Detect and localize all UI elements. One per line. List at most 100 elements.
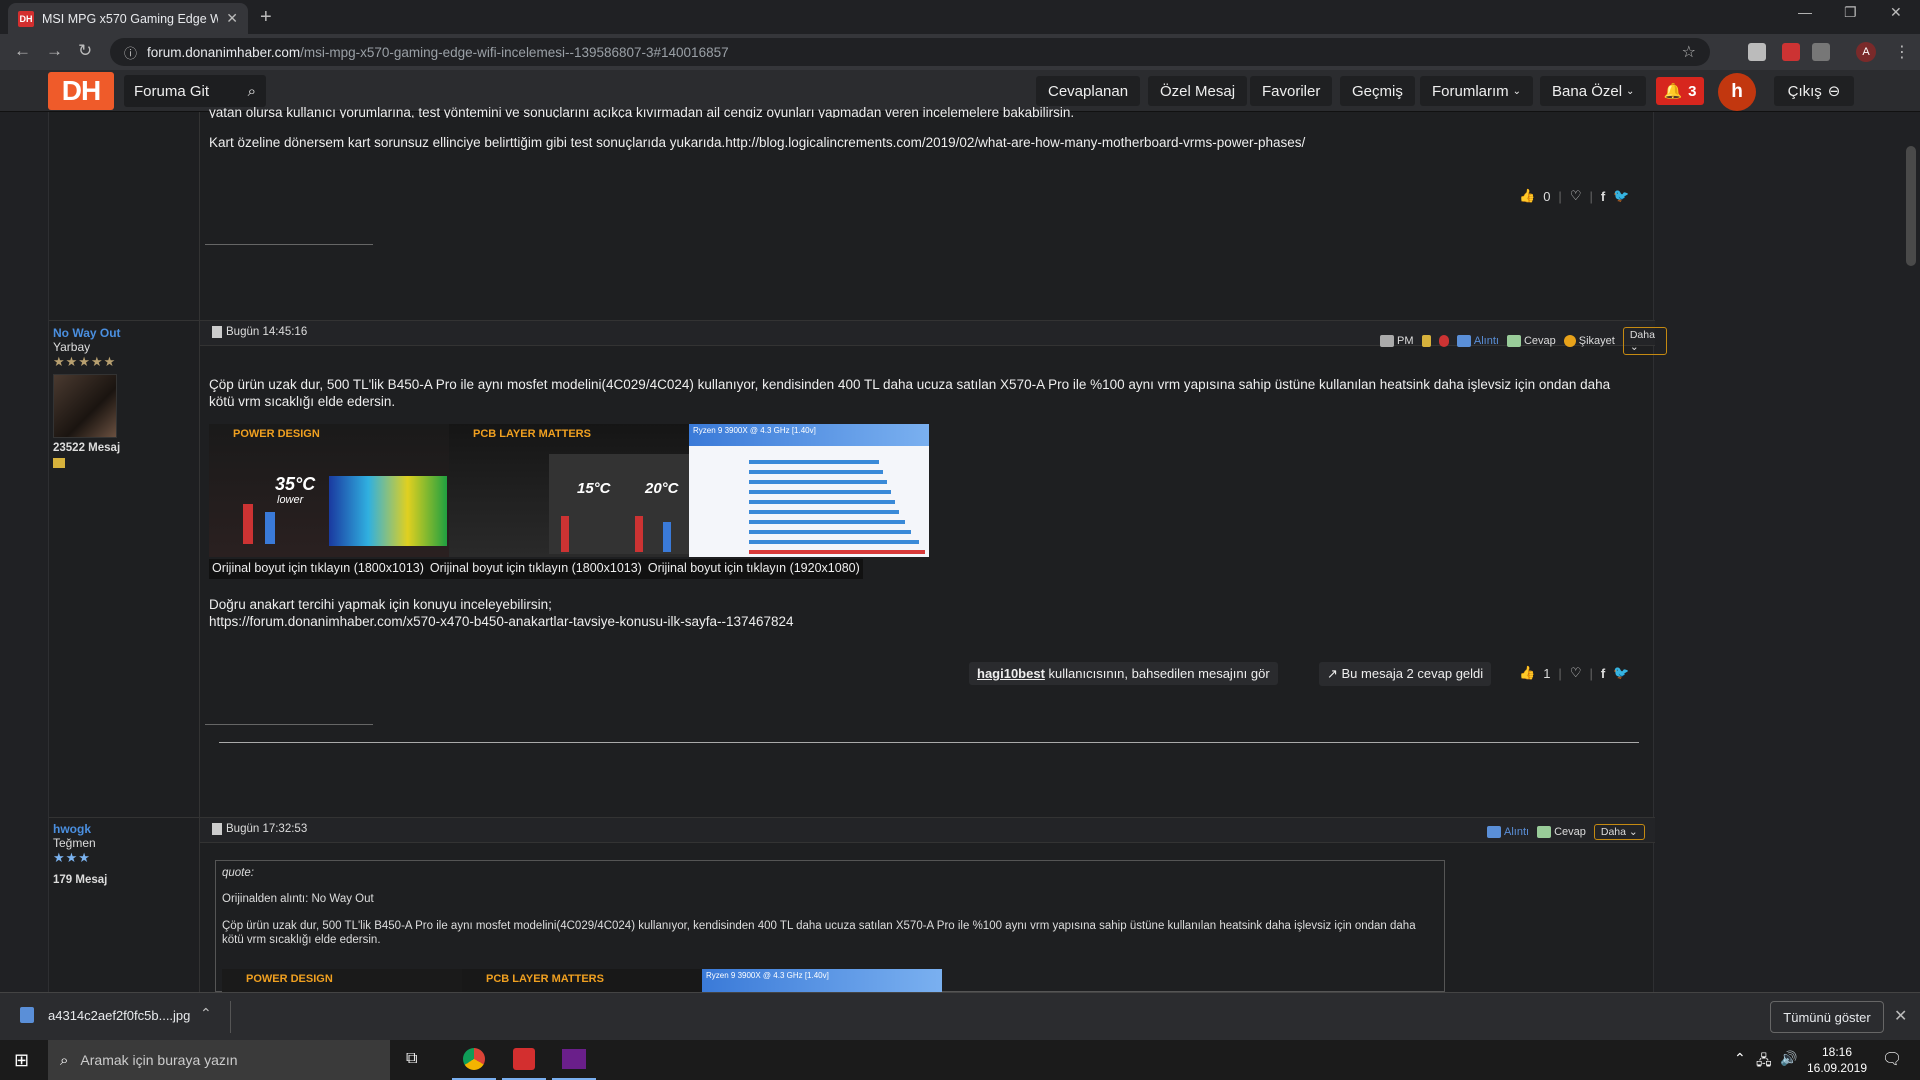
menu-forumlarim-label: Forumlarım: [1432, 82, 1509, 100]
block-icon[interactable]: [1439, 335, 1449, 347]
like-icon[interactable]: 👍: [1519, 665, 1535, 681]
quote-label: Alıntı: [1504, 826, 1530, 838]
menu-favoriler[interactable]: Favoriler: [1250, 76, 1333, 106]
more-button[interactable]: Daha ⌄: [1593, 824, 1645, 840]
post1-avatar[interactable]: [53, 374, 117, 438]
quote-from: Orijinalden alıntı: No Way Out: [222, 893, 374, 905]
quote-icon: [1456, 335, 1471, 347]
chrome-taskbar-icon[interactable]: [452, 1040, 496, 1080]
download-filename[interactable]: a4314c2aef2f0fc5b....jpg: [48, 1008, 190, 1023]
menu-ozel-mesaj[interactable]: Özel Mesaj: [1148, 76, 1248, 106]
quote-button[interactable]: Alıntı: [1456, 335, 1499, 347]
new-tab-icon[interactable]: +: [260, 6, 272, 29]
post1-author: No Way Out Yarbay ★★★★★ 23522 Mesaj: [53, 326, 193, 468]
quote-icon: [1487, 826, 1501, 838]
extension-glasses-icon[interactable]: [1812, 43, 1830, 61]
pm-icon: [1380, 335, 1394, 347]
dislike-icon[interactable]: ♡: [1570, 665, 1582, 681]
close-download-bar-icon[interactable]: ✕: [1894, 1006, 1907, 1026]
menu-cevaplanan[interactable]: Cevaplanan: [1036, 76, 1141, 106]
chevron-up-icon[interactable]: ⌃: [200, 1005, 212, 1022]
reply-button[interactable]: Cevap: [1506, 335, 1556, 347]
address-bar[interactable]: ⓘ forum.donanimhaber.com /msi-mpg-x570-g…: [110, 38, 1710, 66]
quote-body: Çöp ürün uzak dur, 500 TL'lik B450-A Pro…: [222, 920, 1416, 946]
network-icon[interactable]: 🖧: [1756, 1050, 1772, 1074]
back-icon[interactable]: ←: [14, 41, 31, 61]
quoted-image-3[interactable]: Ryzen 9 3900X @ 4.3 GHz [1.40v]: [702, 969, 942, 993]
like-icon[interactable]: 👍: [1519, 188, 1535, 204]
user-avatar[interactable]: h: [1718, 73, 1756, 111]
signature-divider: [205, 244, 373, 245]
menu-dots-icon[interactable]: ⋮: [1894, 42, 1910, 62]
pcb-layer-image[interactable]: PCB LAYER MATTERS 15°C 20°C: [449, 424, 689, 557]
signature-divider: [205, 724, 373, 725]
forum-search[interactable]: Foruma Git ⌕: [124, 75, 266, 107]
scrollbar-thumb[interactable]: [1906, 146, 1916, 266]
dislike-icon[interactable]: ♡: [1570, 188, 1582, 204]
reply-button[interactable]: Cevap: [1537, 826, 1586, 838]
friend-icon[interactable]: [1421, 335, 1432, 347]
close-window-icon[interactable]: ✕: [1890, 4, 1902, 21]
search-icon[interactable]: ⌕: [248, 83, 256, 100]
restore-icon[interactable]: ❐: [1844, 4, 1857, 21]
profile-avatar[interactable]: A: [1856, 42, 1876, 62]
search-icon: ⌕: [60, 1051, 69, 1069]
image-subtext: lower: [277, 494, 304, 506]
tray-chevron-icon[interactable]: ⌃: [1734, 1050, 1746, 1067]
notifications-center-icon[interactable]: 🗨: [1882, 1049, 1902, 1069]
facebook-icon[interactable]: f: [1601, 666, 1605, 681]
windows-start-icon[interactable]: ⊞: [14, 1050, 29, 1071]
post2-username[interactable]: hwogk: [53, 822, 193, 836]
quoted-image-2[interactable]: PCB LAYER MATTERS: [462, 969, 702, 993]
app-red-taskbar-icon[interactable]: [502, 1040, 546, 1080]
forum-content: yatan olursa kullanıcı yorumlarına, test…: [48, 105, 1667, 993]
replies-text: Bu mesaja 2 cevap geldi: [1341, 666, 1484, 681]
more-button[interactable]: Daha ⌄: [1622, 327, 1667, 355]
image-caption[interactable]: Orijinal boyut için tıklayın (1800x1013): [209, 559, 427, 579]
ryzen-benchmark-image[interactable]: Ryzen 9 3900X @ 4.3 GHz [1.40v]: [689, 424, 929, 557]
menu-forumlarim[interactable]: Forumlarım ⌄: [1420, 76, 1534, 106]
post1-link-url[interactable]: https://forum.donanimhaber.com/x570-x470…: [209, 613, 794, 630]
info-icon[interactable]: ⓘ: [124, 43, 137, 62]
referenced-message-link[interactable]: hagi10best kullanıcısının, bahsedilen me…: [969, 662, 1278, 685]
task-view-icon[interactable]: ⧉: [406, 1050, 417, 1068]
quoted-image-1[interactable]: POWER DESIGN: [222, 969, 462, 993]
taskbar-search[interactable]: ⌕ Aramak için buraya yazın: [48, 1040, 390, 1080]
post0-social: 👍 0 | ♡ | f 🐦: [1519, 188, 1630, 204]
notifications-button[interactable]: 🔔 3: [1656, 77, 1704, 105]
nzxt-taskbar-icon[interactable]: [552, 1040, 596, 1080]
extension-badge-icon[interactable]: [1782, 43, 1800, 61]
image-caption[interactable]: Orijinal boyut için tıklayın (1800x1013): [426, 559, 645, 579]
reload-icon[interactable]: ↻: [78, 41, 92, 61]
ref-username[interactable]: hagi10best: [977, 666, 1045, 681]
scrollbar[interactable]: [1902, 112, 1920, 992]
twitter-icon[interactable]: 🐦: [1613, 665, 1629, 681]
replies-link[interactable]: ↗ Bu mesaja 2 cevap geldi: [1319, 662, 1492, 686]
pm-button[interactable]: PM: [1380, 335, 1414, 347]
site-logo[interactable]: DH: [48, 72, 114, 110]
minimize-icon[interactable]: —: [1798, 4, 1812, 20]
image-caption[interactable]: Orijinal boyut için tıklayın (1920x1080): [644, 559, 863, 579]
close-tab-icon[interactable]: ✕: [226, 10, 238, 27]
show-all-button[interactable]: Tümünü göster: [1770, 1001, 1884, 1033]
browser-tab[interactable]: DH MSI MPG x570 Gaming Edge Wifi ✕: [8, 3, 248, 34]
image-title: PCB LAYER MATTERS: [486, 973, 604, 985]
taskbar-search-placeholder: Aramak için buraya yazın: [80, 1052, 238, 1068]
report-button[interactable]: Şikayet: [1563, 335, 1615, 347]
report-label: Şikayet: [1578, 335, 1615, 347]
logout-button[interactable]: Çıkış ⊖: [1774, 76, 1854, 106]
quote-button[interactable]: Alıntı: [1487, 826, 1529, 838]
post1-username[interactable]: No Way Out: [53, 326, 193, 340]
menu-bana-ozel[interactable]: Bana Özel ⌄: [1540, 76, 1647, 106]
facebook-icon[interactable]: f: [1601, 189, 1605, 204]
forward-icon[interactable]: →: [46, 41, 63, 61]
power-design-image[interactable]: POWER DESIGN 35°C lower: [209, 424, 449, 557]
bookmark-star-icon[interactable]: ☆: [1682, 42, 1696, 62]
volume-icon[interactable]: 🔊: [1780, 1050, 1797, 1067]
image-title: Ryzen 9 3900X @ 4.3 GHz [1.40v]: [693, 426, 816, 435]
taskbar-clock[interactable]: 18:16 16.09.2019: [1800, 1044, 1874, 1076]
logout-icon: ⊖: [1827, 83, 1841, 100]
twitter-icon[interactable]: 🐦: [1613, 188, 1629, 204]
extension-icon[interactable]: [1748, 43, 1766, 61]
menu-gecmis[interactable]: Geçmiş: [1340, 76, 1415, 106]
